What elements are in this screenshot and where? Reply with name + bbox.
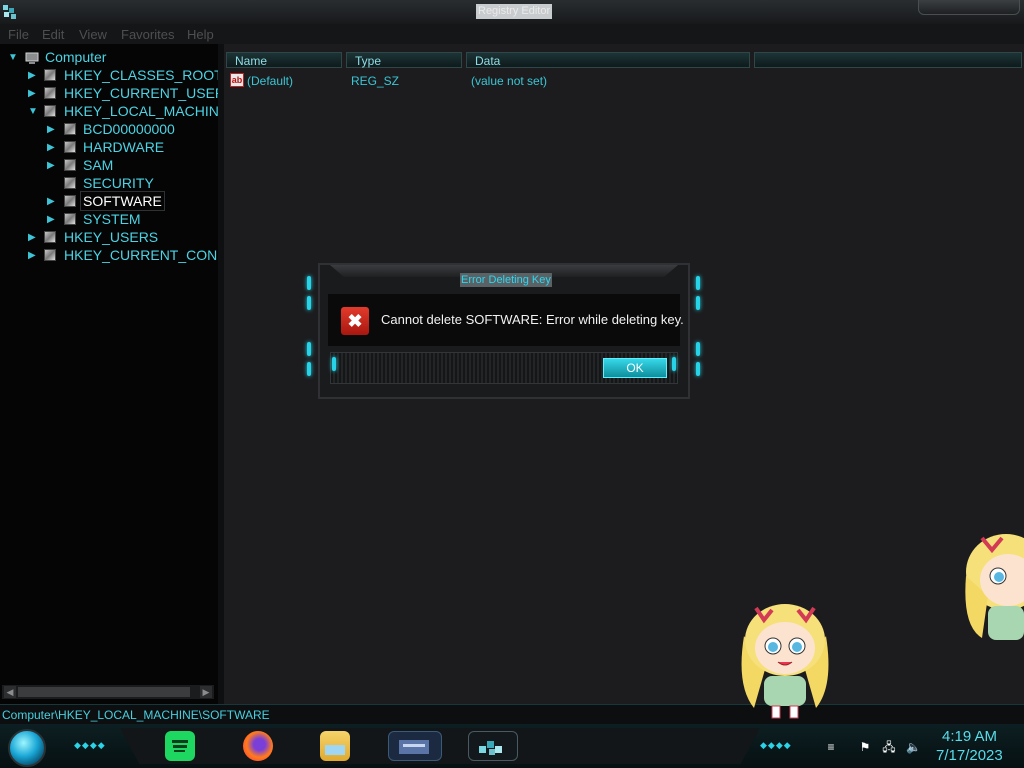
dialog-glow-accent	[307, 276, 311, 290]
tree-item-security[interactable]: SECURITY	[83, 174, 154, 192]
media-app-icon[interactable]	[388, 731, 442, 761]
column-header-type[interactable]: Type	[346, 52, 462, 68]
collapse-arrow-icon[interactable]: ▼	[28, 107, 38, 117]
spotify-icon[interactable]	[165, 731, 195, 761]
window-title: Registry Editor	[476, 4, 553, 19]
clock-time[interactable]: 4:19 AM	[942, 728, 997, 745]
tree-item-hkey-users[interactable]: HKEY_USERS	[64, 228, 158, 246]
dialog-glow-accent	[696, 296, 700, 310]
menu-edit[interactable]: Edit	[42, 27, 64, 42]
ok-button[interactable]: OK	[603, 358, 667, 378]
folder-icon	[44, 105, 56, 117]
taskbar-decor-dots: ◆◆◆◆	[74, 740, 106, 750]
folder-icon	[44, 249, 56, 261]
expand-arrow-icon[interactable]: ▶	[47, 197, 57, 207]
taskbar-decor-dots: ◆◆◆◆	[760, 740, 792, 750]
menu-bar: File Edit View Favorites Help	[0, 24, 1024, 44]
file-explorer-icon[interactable]	[320, 731, 350, 761]
expand-arrow-icon[interactable]: ▶	[28, 71, 38, 81]
column-header-data[interactable]: Data	[466, 52, 750, 68]
folder-icon	[44, 69, 56, 81]
clock-date[interactable]: 7/17/2023	[936, 747, 1003, 764]
folder-icon	[64, 123, 76, 135]
scrollbar-thumb[interactable]	[18, 687, 190, 697]
volume-icon[interactable]: 🔈	[906, 740, 921, 754]
folder-icon	[64, 195, 76, 207]
network-icon[interactable]: 🖧	[882, 740, 896, 754]
menu-favorites[interactable]: Favorites	[121, 27, 174, 42]
string-value-icon: ab	[230, 73, 244, 87]
tree-item-hkey-current-config[interactable]: HKEY_CURRENT_CONFI	[64, 246, 230, 264]
folder-icon	[44, 87, 56, 99]
firefox-icon[interactable]	[243, 731, 273, 761]
dialog-glow-accent	[696, 276, 700, 290]
expand-arrow-icon[interactable]: ▶	[28, 233, 38, 243]
dialog-glow-accent	[307, 342, 311, 356]
expand-arrow-icon[interactable]: ▶	[28, 89, 38, 99]
folder-icon	[44, 231, 56, 243]
dialog-glow-accent	[307, 296, 311, 310]
error-icon: ✖	[341, 307, 369, 335]
expand-arrow-icon[interactable]: ▶	[47, 143, 57, 153]
status-path: Computer\HKEY_LOCAL_MACHINE\SOFTWARE	[2, 708, 270, 722]
character-sticker-image	[962, 526, 1024, 646]
scroll-left-arrow-icon[interactable]: ◀	[4, 686, 16, 698]
menu-file[interactable]: File	[8, 27, 29, 42]
dialog-title: Error Deleting Key	[460, 273, 552, 287]
folder-icon	[64, 213, 76, 225]
folder-icon	[64, 159, 76, 171]
registry-editor-app-icon[interactable]	[2, 4, 18, 20]
value-type: REG_SZ	[351, 74, 400, 88]
expand-arrow-icon[interactable]: ▶	[28, 251, 38, 261]
collapse-arrow-icon[interactable]: ▼	[8, 53, 18, 63]
expand-arrow-icon[interactable]: ▶	[47, 161, 57, 171]
window-controls[interactable]	[918, 0, 1020, 15]
error-message: Cannot delete SOFTWARE: Error while dele…	[381, 312, 684, 327]
expand-arrow-icon[interactable]: ▶	[47, 215, 57, 225]
tree-item-system[interactable]: SYSTEM	[83, 210, 141, 228]
value-data: (value not set)	[471, 74, 548, 88]
tree-item-bcd[interactable]: BCD00000000	[83, 120, 175, 138]
character-sticker-image	[736, 596, 834, 722]
dialog-glow-accent	[672, 357, 676, 371]
menu-help[interactable]: Help	[187, 27, 214, 42]
start-button[interactable]	[8, 729, 46, 767]
value-name[interactable]: (Default)	[247, 74, 293, 88]
tree-item-hkey-classes-root[interactable]: HKEY_CLASSES_ROOT	[64, 66, 223, 84]
dialog-glow-accent	[332, 357, 336, 371]
dialog-glow-accent	[696, 362, 700, 376]
computer-icon	[25, 51, 39, 65]
tree-item-hkey-current-user[interactable]: HKEY_CURRENT_USER	[64, 84, 225, 102]
expand-arrow-icon[interactable]: ▶	[47, 125, 57, 135]
menu-view[interactable]: View	[79, 27, 107, 42]
tree-item-software-selected[interactable]: SOFTWARE	[80, 191, 165, 211]
tree-item-hkey-local-machine[interactable]: HKEY_LOCAL_MACHINE	[64, 102, 228, 120]
column-header-name[interactable]: Name	[226, 52, 342, 68]
action-center-flag-icon[interactable]: ⚑	[858, 740, 872, 754]
registry-editor-icon[interactable]	[468, 731, 518, 761]
show-desktop-icon[interactable]: ≡	[824, 740, 838, 754]
tree-item-hardware[interactable]: HARDWARE	[83, 138, 164, 156]
tree-item-sam[interactable]: SAM	[83, 156, 113, 174]
dialog-glow-accent	[307, 362, 311, 376]
dialog-glow-accent	[696, 342, 700, 356]
folder-icon	[64, 177, 76, 189]
scroll-right-arrow-icon[interactable]: ▶	[200, 686, 212, 698]
tree-item-computer[interactable]: Computer	[45, 48, 106, 66]
folder-icon	[64, 141, 76, 153]
column-header-blank	[754, 52, 1022, 68]
